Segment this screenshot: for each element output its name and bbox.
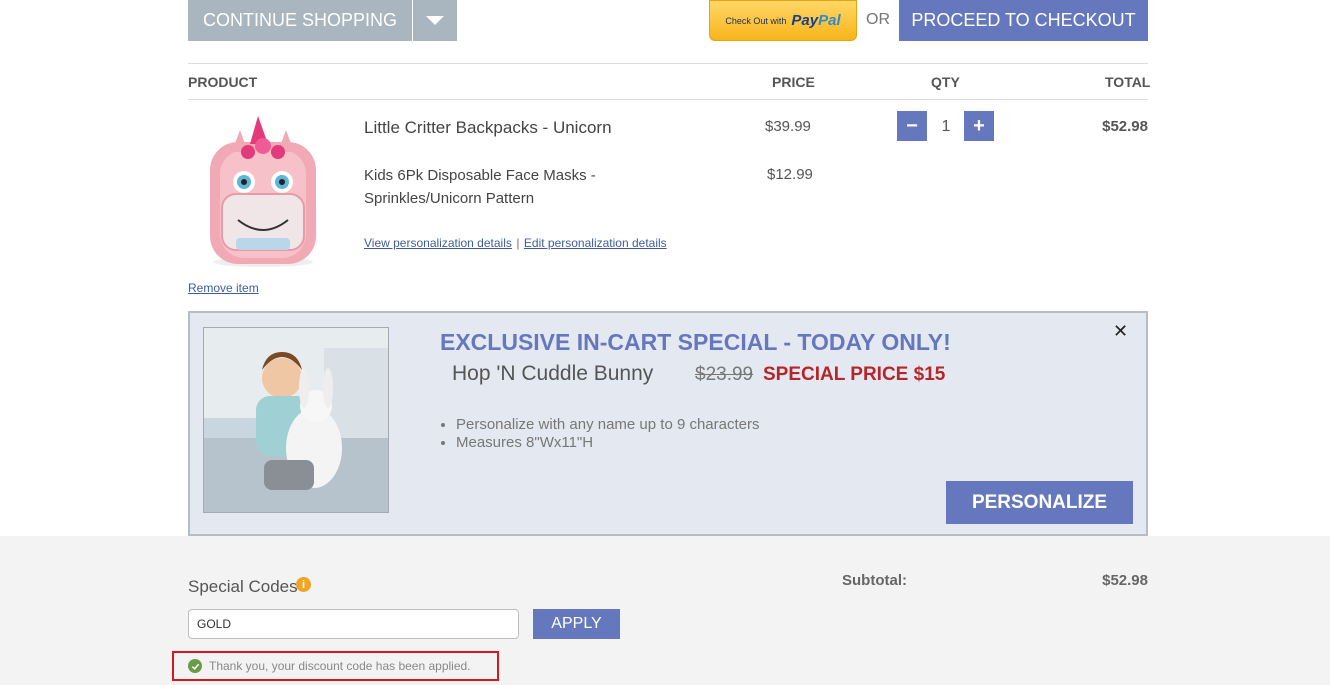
promo-item-name: Hop 'N Cuddle Bunny [452, 362, 654, 385]
or-separator: OR [866, 11, 890, 28]
proceed-to-checkout-button[interactable]: PROCEED TO CHECKOUT [899, 0, 1148, 41]
subtotal-value: $52.98 [1102, 572, 1148, 589]
promo-product-image[interactable] [203, 327, 389, 513]
product-image[interactable] [200, 112, 326, 272]
paypal-prefix: Check Out with [725, 15, 787, 26]
info-icon[interactable]: i [296, 577, 311, 592]
subtotal-label: Subtotal: [842, 572, 907, 589]
divider [188, 63, 1148, 64]
continue-shopping-dropdown[interactable] [413, 0, 457, 41]
edit-personalization-link[interactable]: Edit personalization details [524, 236, 667, 250]
addon-price: $12.99 [767, 166, 813, 183]
continue-shopping-button[interactable]: CONTINUE SHOPPING [188, 0, 412, 41]
promo-features: Personalize with any name up to 9 charac… [440, 416, 760, 452]
applied-message-text: Thank you, your discount code has been a… [209, 659, 471, 673]
promo-title: EXCLUSIVE IN-CART SPECIAL - TODAY ONLY! [440, 329, 951, 355]
header-qty: QTY [931, 74, 960, 90]
product-name[interactable]: Little Critter Backpacks - Unicorn [364, 118, 612, 138]
personalize-button[interactable]: PERSONALIZE [946, 481, 1133, 524]
chevron-down-icon [426, 16, 444, 25]
list-item: Personalize with any name up to 9 charac… [456, 416, 760, 434]
link-separator: | [516, 236, 520, 250]
divider [188, 99, 1148, 100]
header-product: PRODUCT [188, 74, 258, 90]
header-price: PRICE [772, 74, 815, 90]
in-cart-special-panel: EXCLUSIVE IN-CART SPECIAL - TODAY ONLY! … [188, 311, 1148, 536]
promo-special-price: SPECIAL PRICE $15 [763, 364, 946, 385]
check-circle-icon [188, 659, 202, 673]
close-icon[interactable]: ✕ [1113, 321, 1128, 342]
personalization-links: View personalization details | Edit pers… [364, 234, 667, 252]
discount-applied-message: Thank you, your discount code has been a… [172, 651, 499, 681]
line-total: $52.98 [1102, 118, 1148, 135]
paypal-logo: PayPal [791, 12, 841, 29]
product-price: $39.99 [765, 118, 811, 135]
view-personalization-link[interactable]: View personalization details [364, 236, 512, 250]
promo-old-price: $23.99 [695, 364, 754, 385]
list-item: Measures 8"Wx11"H [456, 434, 760, 452]
qty-decrease-button[interactable]: − [897, 111, 927, 141]
special-codes-label: Special Codes [188, 577, 298, 596]
header-total: TOTAL [1105, 74, 1151, 90]
qty-increase-button[interactable]: + [964, 111, 994, 141]
qty-value: 1 [941, 118, 951, 135]
special-code-input[interactable] [188, 609, 519, 639]
addon-name: Kids 6Pk Disposable Face Masks - Sprinkl… [364, 167, 596, 207]
apply-code-button[interactable]: APPLY [533, 609, 620, 639]
remove-item-link[interactable]: Remove item [188, 281, 259, 295]
paypal-checkout-button[interactable]: Check Out with PayPal [709, 0, 857, 41]
